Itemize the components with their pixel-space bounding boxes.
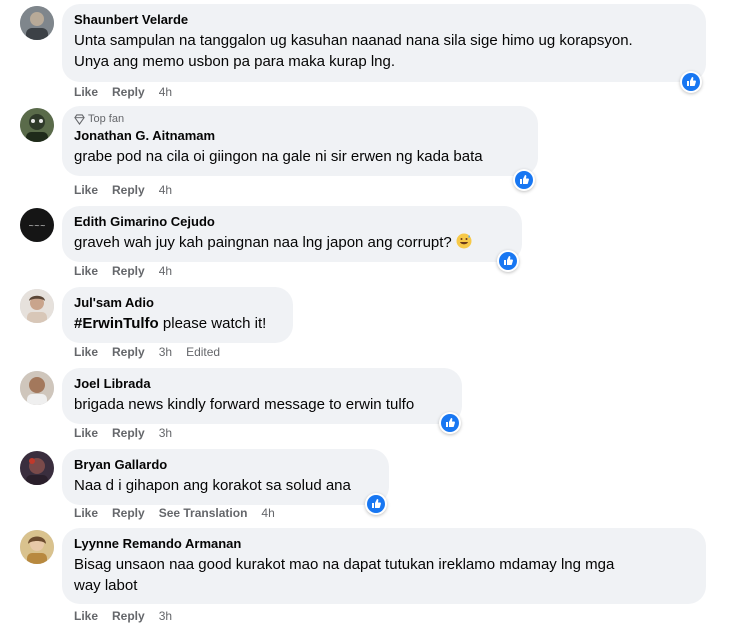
comment-timestamp[interactable]: 4h <box>261 506 274 520</box>
comment-bubble: Top fan Jonathan G. Aitnamam grabe pod n… <box>62 106 538 176</box>
avatar[interactable] <box>20 289 54 323</box>
avatar[interactable] <box>20 371 54 405</box>
avatar[interactable] <box>20 6 54 40</box>
comment-author[interactable]: Joel Librada <box>74 375 450 392</box>
reply-button[interactable]: Reply <box>112 264 145 278</box>
reply-button[interactable]: Reply <box>112 183 145 197</box>
reply-button[interactable]: Reply <box>112 85 145 99</box>
like-button[interactable]: Like <box>74 426 98 440</box>
hashtag-link[interactable]: #ErwinTulfo <box>74 315 159 332</box>
like-button[interactable]: Like <box>74 345 98 359</box>
reply-button[interactable]: Reply <box>112 426 145 440</box>
like-button[interactable]: Like <box>74 506 98 520</box>
comment-bubble: Bryan Gallardo Naa d i gihapon ang korak… <box>62 449 389 505</box>
comment-actions: Like Reply 3h <box>74 609 186 623</box>
comment-text: brigada news kindly forward message to e… <box>74 396 415 413</box>
comment-timestamp[interactable]: 3h <box>159 426 172 440</box>
comment-timestamp[interactable]: 3h <box>159 609 172 623</box>
comment-text: grabe pod na cila oi giingon na gale ni … <box>74 148 483 165</box>
comment-text-line: please watch it! <box>158 315 267 332</box>
comment-timestamp[interactable]: 4h <box>159 264 172 278</box>
reply-button[interactable]: Reply <box>112 506 145 520</box>
like-button[interactable]: Like <box>74 609 98 623</box>
comment-actions: Like Reply 3h Edited <box>74 345 220 359</box>
comment-actions: Like Reply 4h <box>74 85 186 99</box>
comment-bubble: Joel Librada brigada news kindly forward… <box>62 368 462 424</box>
like-button[interactable]: Like <box>74 264 98 278</box>
comment-actions: Like Reply 4h <box>74 183 186 197</box>
comment-timestamp[interactable]: 4h <box>159 85 172 99</box>
like-reaction-icon[interactable] <box>439 412 461 434</box>
edited-label[interactable]: Edited <box>186 345 220 359</box>
comment-bubble: Lyynne Remando Armanan Bisag unsaon naa … <box>62 528 706 604</box>
like-button[interactable]: Like <box>74 85 98 99</box>
comment-actions: Like Reply 3h <box>74 426 186 440</box>
comment-author[interactable]: Edith Gimarino Cejudo <box>74 213 510 230</box>
comment-author[interactable]: Jul'sam Adio <box>74 294 281 311</box>
comment-timestamp[interactable]: 3h <box>159 345 172 359</box>
comment-bubble: Edith Gimarino Cejudo graveh wah juy kah… <box>62 206 522 262</box>
avatar[interactable]: ~~~ <box>20 208 54 242</box>
comment-text-line: Unta sampulan na tanggalon ug kasuhan na… <box>74 32 633 49</box>
like-reaction-icon[interactable] <box>497 250 519 272</box>
like-button[interactable]: Like <box>74 183 98 197</box>
avatar[interactable] <box>20 108 54 142</box>
comment-author[interactable]: Shaunbert Velarde <box>74 11 694 28</box>
avatar[interactable] <box>20 530 54 564</box>
like-reaction-icon[interactable] <box>365 493 387 515</box>
comment-timestamp[interactable]: 4h <box>159 183 172 197</box>
comment-author[interactable]: Bryan Gallardo <box>74 456 377 473</box>
like-reaction-icon[interactable] <box>680 71 702 93</box>
comment-text-line: way labot <box>74 577 138 594</box>
reply-button[interactable]: Reply <box>112 345 145 359</box>
comment-text-line: Unya ang memo usbon pa para maka kurap l… <box>74 53 396 70</box>
svg-text:~~~: ~~~ <box>28 222 46 230</box>
comment-author[interactable]: Jonathan G. Aitnamam <box>74 127 526 144</box>
grinning-sweat-emoji-icon <box>456 233 472 249</box>
comment-text-line: Bisag unsaon naa good kurakot mao na dap… <box>74 556 615 573</box>
avatar[interactable] <box>20 451 54 485</box>
comment-author[interactable]: Lyynne Remando Armanan <box>74 535 694 552</box>
comment-text: graveh wah juy kah paingnan naa lng japo… <box>74 232 510 253</box>
comment-text: Bisag unsaon naa good kurakot mao na dap… <box>74 554 694 596</box>
like-reaction-icon[interactable] <box>513 169 535 191</box>
comment-bubble: Jul'sam Adio #ErwinTulfo please watch it… <box>62 287 293 343</box>
comment-text: Naa d i gihapon ang korakot sa solud ana <box>74 477 351 494</box>
reply-button[interactable]: Reply <box>112 609 145 623</box>
top-fan-label: Top fan <box>88 113 125 125</box>
comment-bubble: Shaunbert Velarde Unta sampulan na tangg… <box>62 4 706 82</box>
comment-text: Unta sampulan na tanggalon ug kasuhan na… <box>74 30 694 72</box>
top-fan-badge: Top fan <box>74 113 526 125</box>
see-translation-button[interactable]: See Translation <box>159 506 248 520</box>
comment-text: #ErwinTulfo please watch it! <box>74 313 281 334</box>
comment-actions: Like Reply 4h <box>74 264 186 278</box>
comment-text-line: graveh wah juy kah paingnan naa lng japo… <box>74 234 452 251</box>
diamond-icon <box>74 113 85 125</box>
comment-actions: Like Reply See Translation 4h <box>74 506 289 520</box>
